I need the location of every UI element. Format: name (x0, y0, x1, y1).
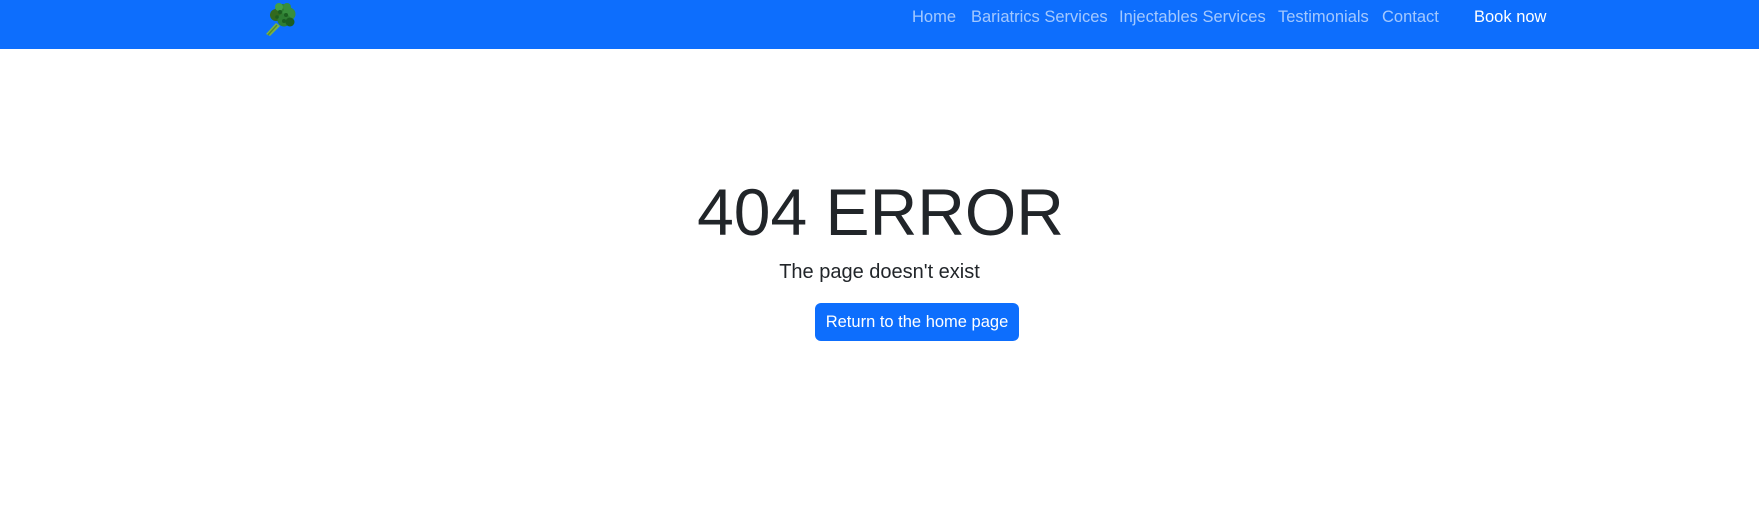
error-title: 404 ERROR (697, 175, 1064, 249)
navbar: Home Bariatrics Services Injectables Ser… (0, 0, 1759, 49)
nav-link-contact[interactable]: Contact (1382, 8, 1439, 27)
nav-link-testimonials[interactable]: Testimonials (1278, 8, 1369, 27)
broccoli-icon (266, 3, 296, 36)
brand-logo-link[interactable] (260, 1, 298, 37)
main-content: 404 ERROR The page doesn't exist Return … (0, 49, 1759, 517)
nav-link-home[interactable]: Home (912, 8, 956, 27)
nav-link-injectables-services[interactable]: Injectables Services (1119, 8, 1266, 27)
error-subtitle: The page doesn't exist (779, 261, 980, 283)
book-now-link[interactable]: Book now (1474, 8, 1546, 27)
nav-link-bariatrics-services[interactable]: Bariatrics Services (971, 8, 1108, 27)
return-home-button[interactable]: Return to the home page (815, 303, 1019, 341)
